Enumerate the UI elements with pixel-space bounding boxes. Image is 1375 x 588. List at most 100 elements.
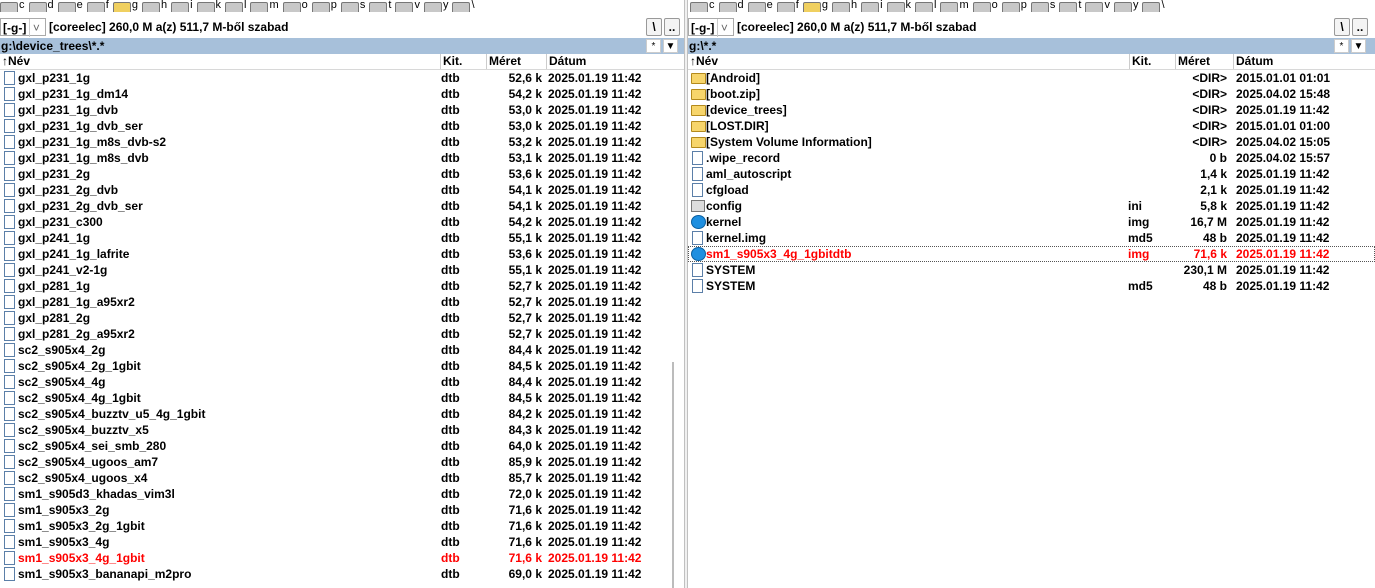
- file-row[interactable]: sc2_s905x4_ugoos_am7 dtb 85,9 k 2025.01.19 …: [0, 454, 684, 470]
- drive-button-13[interactable]: t: [1059, 0, 1081, 12]
- file-row[interactable]: gxl_p241_1g_lafrite dtb 53,6 k 2025.01.19 1…: [0, 246, 684, 262]
- drive-button-4[interactable]: g: [112, 0, 138, 12]
- drive-button-15[interactable]: y: [423, 0, 448, 12]
- file-row[interactable]: gxl_p231_1g dtb 52,6 k 2025.01.19 11:42: [0, 70, 684, 86]
- drive-button-0[interactable]: c: [690, 0, 715, 12]
- right-up-button[interactable]: ..: [1352, 18, 1368, 36]
- file-row[interactable]: sc2_s905x4_ugoos_x4 dtb 85,7 k 2025.01.19 1…: [0, 470, 684, 486]
- right-col-ext[interactable]: Kit.: [1129, 54, 1175, 69]
- drive-button-9[interactable]: m: [940, 0, 969, 12]
- left-drive-combo[interactable]: [-g-] ˅: [0, 18, 46, 37]
- file-row[interactable]: gxl_p281_1g dtb 52,7 k 2025.01.19 11:42: [0, 278, 684, 294]
- file-row[interactable]: [boot.zip] <DIR> 2025.04.02 15:48: [688, 86, 1375, 102]
- file-row[interactable]: sc2_s905x4_buzztv_u5_4g_1gbit dtb 84,2 k 20…: [0, 406, 684, 422]
- right-col-size[interactable]: Méret: [1175, 54, 1233, 69]
- file-row[interactable]: gxl_p231_c300 dtb 54,2 k 2025.01.19 11:42: [0, 214, 684, 230]
- file-row[interactable]: gxl_p241_v2-1g dtb 55,1 k 2025.01.19 11:42: [0, 262, 684, 278]
- drive-button-16[interactable]: \: [1142, 0, 1165, 12]
- drive-button-3[interactable]: f: [776, 0, 799, 12]
- right-root-button[interactable]: \: [1334, 18, 1350, 36]
- file-row[interactable]: sm1_s905x3_4g_1gbit dtb 71,6 k 2025.01.19 1…: [0, 550, 684, 566]
- drive-button-0[interactable]: c: [0, 0, 25, 12]
- drive-button-6[interactable]: i: [861, 0, 883, 12]
- drive-button-3[interactable]: f: [86, 0, 109, 12]
- file-row[interactable]: [Android] <DIR> 2015.01.01 01:01: [688, 70, 1375, 86]
- file-row[interactable]: [LOST.DIR] <DIR> 2015.01.01 01:00: [688, 118, 1375, 134]
- file-row[interactable]: gxl_p281_2g dtb 52,7 k 2025.01.19 11:42: [0, 310, 684, 326]
- file-row[interactable]: gxl_p281_1g_a95xr2 dtb 52,7 k 2025.01.19 11…: [0, 294, 684, 310]
- drive-button-2[interactable]: e: [747, 0, 773, 12]
- drive-button-10[interactable]: o: [282, 0, 308, 12]
- file-row[interactable]: sm1_s905x3_4g_1gbitdtb img 71,6 k 2025.01.1…: [688, 246, 1375, 262]
- drive-button-12[interactable]: s: [1030, 0, 1055, 12]
- file-row[interactable]: gxl_p231_1g_dm14 dtb 54,2 k 2025.01.19 11:4…: [0, 86, 684, 102]
- file-row[interactable]: gxl_p231_2g_dvb_ser dtb 54,1 k 2025.01.19 1…: [0, 198, 684, 214]
- drive-button-4[interactable]: g: [802, 0, 828, 12]
- drive-button-1[interactable]: d: [28, 0, 54, 12]
- drive-button-11[interactable]: p: [311, 0, 337, 12]
- right-col-date[interactable]: Dátum: [1233, 54, 1373, 69]
- drive-button-8[interactable]: l: [915, 0, 936, 12]
- file-row[interactable]: sm1_s905x3_2g dtb 71,6 k 2025.01.19 11:42: [0, 502, 684, 518]
- drive-button-1[interactable]: d: [718, 0, 744, 12]
- left-history-button[interactable]: ▼: [663, 39, 678, 53]
- drive-button-11[interactable]: p: [1001, 0, 1027, 12]
- left-scrollbar[interactable]: [672, 362, 674, 588]
- file-row[interactable]: kernel.img md5 48 b 2025.01.19 11:42: [688, 230, 1375, 246]
- left-col-name[interactable]: ↑Név: [0, 54, 440, 69]
- left-col-size[interactable]: Méret: [486, 54, 546, 69]
- file-row[interactable]: sc2_s905x4_sei_smb_280 dtb 64,0 k 2025.01.1…: [0, 438, 684, 454]
- file-row[interactable]: SYSTEM md5 48 b 2025.01.19 11:42: [688, 278, 1375, 294]
- file-row[interactable]: gxl_p231_1g_m8s_dvb dtb 53,1 k 2025.01.19 1…: [0, 150, 684, 166]
- file-row[interactable]: [device_trees] <DIR> 2025.01.19 11:42: [688, 102, 1375, 118]
- drive-button-12[interactable]: s: [340, 0, 365, 12]
- file-row[interactable]: [System Volume Information] <DIR> 2025.04.…: [688, 134, 1375, 150]
- file-row[interactable]: sc2_s905x4_2g dtb 84,4 k 2025.01.19 11:42: [0, 342, 684, 358]
- drive-button-10[interactable]: o: [972, 0, 998, 12]
- file-row[interactable]: cfgload 2,1 k 2025.01.19 11:42: [688, 182, 1375, 198]
- file-row[interactable]: sm1_s905d3_khadas_vim3l dtb 72,0 k 2025.01.…: [0, 486, 684, 502]
- file-row[interactable]: sc2_s905x4_4g dtb 84,4 k 2025.01.19 11:42: [0, 374, 684, 390]
- left-filter-button[interactable]: *: [646, 39, 661, 53]
- file-row[interactable]: .wipe_record 0 b 2025.04.02 15:57: [688, 150, 1375, 166]
- file-row[interactable]: aml_autoscript 1,4 k 2025.01.19 11:42: [688, 166, 1375, 182]
- file-row[interactable]: SYSTEM 230,1 M 2025.01.19 11:42: [688, 262, 1375, 278]
- drive-button-2[interactable]: e: [57, 0, 83, 12]
- drive-button-14[interactable]: v: [395, 0, 420, 12]
- file-row[interactable]: gxl_p231_2g_dvb dtb 54,1 k 2025.01.19 11:42: [0, 182, 684, 198]
- drive-button-13[interactable]: t: [369, 0, 391, 12]
- file-row[interactable]: gxl_p231_1g_dvb_ser dtb 53,0 k 2025.01.19 1…: [0, 118, 684, 134]
- file-row[interactable]: sm1_s905x3_bananapi_m2pro dtb 69,0 k 2025.0…: [0, 566, 684, 582]
- drive-button-8[interactable]: l: [225, 0, 246, 12]
- left-col-date[interactable]: Dátum: [546, 54, 672, 69]
- file-row[interactable]: gxl_p281_2g_a95xr2 dtb 52,7 k 2025.01.19 11…: [0, 326, 684, 342]
- file-row[interactable]: sc2_s905x4_2g_1gbit dtb 84,5 k 2025.01.19 1…: [0, 358, 684, 374]
- file-row[interactable]: kernel img 16,7 M 2025.01.19 11:42: [688, 214, 1375, 230]
- drive-button-6[interactable]: i: [171, 0, 193, 12]
- drive-button-7[interactable]: k: [886, 0, 911, 12]
- drive-button-7[interactable]: k: [196, 0, 221, 12]
- drive-button-5[interactable]: h: [831, 0, 857, 12]
- file-row[interactable]: config ini 5,8 k 2025.01.19 11:42: [688, 198, 1375, 214]
- file-row[interactable]: gxl_p241_1g dtb 55,1 k 2025.01.19 11:42: [0, 230, 684, 246]
- left-col-ext[interactable]: Kit.: [440, 54, 486, 69]
- right-drive-combo[interactable]: [-g-] ˅: [688, 18, 734, 37]
- drive-button-5[interactable]: h: [141, 0, 167, 12]
- file-row[interactable]: sm1_s905x3_4g dtb 71,6 k 2025.01.19 11:42: [0, 534, 684, 550]
- file-row[interactable]: sm1_s905x3_2g_1gbit dtb 71,6 k 2025.01.19 1…: [0, 518, 684, 534]
- file-row[interactable]: gxl_p231_2g dtb 53,6 k 2025.01.19 11:42: [0, 166, 684, 182]
- left-up-button[interactable]: ..: [664, 18, 680, 36]
- right-path-bar[interactable]: g:\*.* * ▼: [688, 38, 1375, 54]
- file-row[interactable]: sc2_s905x4_4g_1gbit dtb 84,5 k 2025.01.19 1…: [0, 390, 684, 406]
- drive-button-16[interactable]: \: [452, 0, 475, 12]
- file-row[interactable]: gxl_p231_1g_dvb dtb 53,0 k 2025.01.19 11:42: [0, 102, 684, 118]
- right-history-button[interactable]: ▼: [1351, 39, 1366, 53]
- right-filter-button[interactable]: *: [1334, 39, 1349, 53]
- left-root-button[interactable]: \: [646, 18, 662, 36]
- drive-button-14[interactable]: v: [1085, 0, 1110, 12]
- left-path-bar[interactable]: g:\device_trees\*.* * ▼: [0, 38, 684, 54]
- drive-button-15[interactable]: y: [1113, 0, 1138, 12]
- right-col-name[interactable]: ↑Név: [688, 54, 1129, 69]
- file-row[interactable]: gxl_p231_1g_m8s_dvb-s2 dtb 53,2 k 2025.01.1…: [0, 134, 684, 150]
- file-row[interactable]: sc2_s905x4_buzztv_x5 dtb 84,3 k 2025.01.19 …: [0, 422, 684, 438]
